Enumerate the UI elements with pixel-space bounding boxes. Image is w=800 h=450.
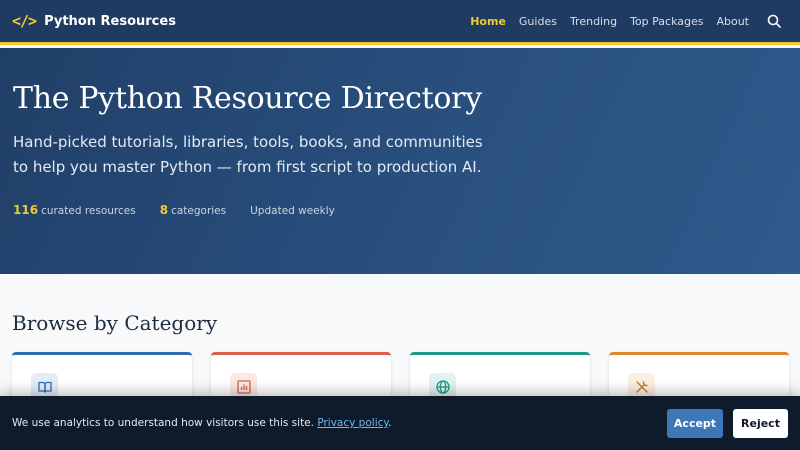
search-icon[interactable] [766, 13, 782, 29]
stat-resources-count: 116 [13, 203, 39, 217]
section-title: Browse by Category [12, 311, 218, 335]
stat-categories: 8 categories [160, 203, 226, 217]
nav-link-guides[interactable]: Guides [519, 15, 557, 28]
nav-link-home[interactable]: Home [470, 15, 506, 28]
stat-updated: Updated weekly [250, 205, 335, 217]
nav-link-top-packages[interactable]: Top Packages [630, 15, 703, 28]
cookie-buttons: Accept Reject [667, 408, 788, 438]
brand-name: Python Resources [44, 13, 176, 29]
stat-resources: 116 curated resources [13, 203, 136, 217]
stat-categories-label: categories [171, 205, 227, 217]
stat-updated-label: Updated weekly [250, 205, 335, 217]
stat-categories-count: 8 [159, 203, 169, 217]
accept-button[interactable]: Accept [667, 408, 723, 438]
stat-resources-label: curated resources [41, 205, 136, 217]
nav-link-about[interactable]: About [716, 15, 749, 28]
hero-stats: 116 curated resources 8 categories Updated… [13, 203, 787, 217]
hero: The Python Resource Directory Hand-picke… [0, 48, 800, 274]
cookie-period: . [388, 417, 392, 429]
hero-title: The Python Resource Directory [13, 81, 482, 116]
cookie-banner: We use analytics to understand how visit… [0, 396, 800, 450]
nav-link-trending[interactable]: Trending [570, 15, 617, 28]
privacy-policy-link[interactable]: Privacy policy [317, 417, 388, 429]
brand[interactable]: </> Python Resources [12, 12, 176, 30]
reject-button[interactable]: Reject [733, 408, 788, 438]
cookie-text: We use analytics to understand how visit… [12, 417, 391, 429]
cookie-message: We use analytics to understand how visit… [12, 417, 314, 429]
top-nav: </> Python Resources Home Guides Trendin… [0, 0, 800, 45]
nav-links: Home Guides Trending Top Packages About [470, 13, 788, 29]
code-brackets-icon: </> [12, 12, 37, 30]
hero-subtitle: Hand-picked tutorials, libraries, tools,… [13, 133, 483, 176]
